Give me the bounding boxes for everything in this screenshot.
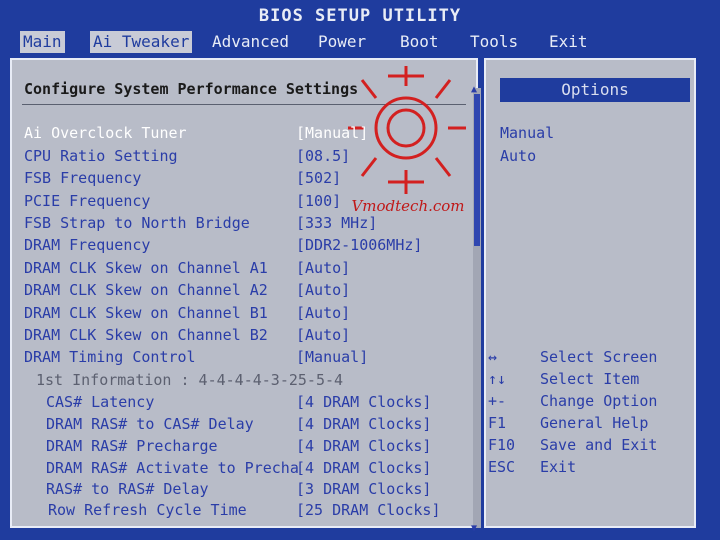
setting-value: [Manual] bbox=[296, 124, 369, 142]
help-key: F1 bbox=[488, 414, 507, 432]
left-right-arrow-icon: ↔ bbox=[488, 348, 498, 366]
help-row: F10 Save and Exit bbox=[486, 436, 698, 457]
setting-row[interactable]: Ai Overclock Tuner [Manual] bbox=[12, 122, 470, 143]
scroll-thumb[interactable] bbox=[474, 94, 480, 246]
setting-label: DRAM RAS# Activate to Precha bbox=[46, 459, 299, 477]
setting-value: [25 DRAM Clocks] bbox=[296, 501, 441, 519]
help-desc: Select Screen bbox=[540, 348, 658, 366]
setting-label: DRAM Timing Control bbox=[24, 348, 196, 366]
setting-value: [4 DRAM Clocks] bbox=[296, 415, 432, 433]
setting-row[interactable]: CPU Ratio Setting [08.5] bbox=[12, 145, 470, 166]
setting-row[interactable]: DRAM CLK Skew on Channel B1 [Auto] bbox=[12, 302, 470, 323]
setting-label: PCIE Frequency bbox=[24, 192, 151, 210]
setting-value: [4 DRAM Clocks] bbox=[296, 393, 432, 411]
help-desc: Save and Exit bbox=[540, 436, 658, 454]
setting-label: DRAM CLK Skew on Channel B1 bbox=[24, 304, 268, 322]
setting-row[interactable]: DRAM Frequency [DDR2-1006MHz] bbox=[12, 234, 470, 255]
tab-exit[interactable]: Exit bbox=[549, 32, 588, 51]
setting-value: [DDR2-1006MHz] bbox=[296, 236, 423, 254]
help-key: ESC bbox=[488, 458, 516, 476]
setting-row[interactable]: DRAM RAS# Activate to Precha [4 DRAM Clo… bbox=[12, 457, 470, 478]
bios-screen: BIOS SETUP UTILITY Main Ai Tweaker Advan… bbox=[0, 0, 720, 540]
setting-label: FSB Strap to North Bridge bbox=[24, 214, 250, 232]
setting-row[interactable]: CAS# Latency [4 DRAM Clocks] bbox=[12, 391, 470, 412]
setting-label: CAS# Latency bbox=[46, 393, 155, 411]
setting-label: FSB Frequency bbox=[24, 169, 142, 187]
setting-row[interactable]: DRAM RAS# Precharge [4 DRAM Clocks] bbox=[12, 435, 470, 456]
title-bar: BIOS SETUP UTILITY bbox=[0, 0, 720, 30]
setting-label: Row Refresh Cycle Time bbox=[48, 501, 247, 519]
help-row: ↑↓ Select Item bbox=[486, 370, 698, 391]
setting-label: DRAM CLK Skew on Channel B2 bbox=[24, 326, 268, 344]
setting-row[interactable]: DRAM RAS# to CAS# Delay [4 DRAM Clocks] bbox=[12, 413, 470, 434]
up-down-arrow-icon: ↑↓ bbox=[488, 370, 507, 388]
help-key: F10 bbox=[488, 436, 516, 454]
tab-ai-tweaker[interactable]: Ai Tweaker bbox=[90, 31, 193, 53]
settings-panel: Configure System Performance Settings Vm… bbox=[10, 58, 481, 534]
option-manual[interactable]: Manual bbox=[500, 124, 554, 142]
options-header: Options bbox=[500, 78, 690, 102]
setting-value: [3 DRAM Clocks] bbox=[296, 480, 432, 498]
setting-label: DRAM CLK Skew on Channel A1 bbox=[24, 259, 268, 277]
setting-label: DRAM RAS# to CAS# Delay bbox=[46, 415, 254, 433]
setting-value: [502] bbox=[296, 169, 342, 187]
option-auto[interactable]: Auto bbox=[500, 147, 536, 165]
setting-row[interactable]: RAS# to RAS# Delay [3 DRAM Clocks] bbox=[12, 478, 470, 499]
setting-label: Ai Overclock Tuner bbox=[24, 124, 187, 142]
help-row: +- Change Option bbox=[486, 392, 698, 413]
setting-label: RAS# to RAS# Delay bbox=[46, 480, 209, 498]
setting-label: DRAM RAS# Precharge bbox=[46, 437, 218, 455]
help-row: ↔ Select Screen bbox=[486, 348, 698, 369]
setting-row[interactable]: PCIE Frequency [100] bbox=[12, 190, 470, 211]
info-label: 1st Information : 4-4-4-4-3-25-5-4 bbox=[36, 371, 344, 389]
setting-value: [Manual] bbox=[296, 348, 369, 366]
tab-advanced[interactable]: Advanced bbox=[212, 32, 289, 51]
setting-value: [333 MHz] bbox=[296, 214, 378, 232]
tab-tools[interactable]: Tools bbox=[470, 32, 518, 51]
setting-value: [4 DRAM Clocks] bbox=[296, 459, 432, 477]
help-row: ESC Exit bbox=[486, 458, 698, 479]
setting-row[interactable]: DRAM Timing Control [Manual] bbox=[12, 346, 470, 367]
scroll-down-arrow-icon[interactable]: ▼ bbox=[471, 523, 477, 534]
setting-row[interactable]: DRAM CLK Skew on Channel A2 [Auto] bbox=[12, 279, 470, 300]
setting-row[interactable]: DRAM CLK Skew on Channel A1 [Auto] bbox=[12, 257, 470, 278]
window-title: BIOS SETUP UTILITY bbox=[258, 6, 462, 26]
setting-row[interactable]: FSB Strap to North Bridge [333 MHz] bbox=[12, 212, 470, 233]
setting-value: [Auto] bbox=[296, 259, 351, 277]
setting-value: [Auto] bbox=[296, 281, 351, 299]
help-desc: Change Option bbox=[540, 392, 658, 410]
setting-label: DRAM CLK Skew on Channel A2 bbox=[24, 281, 268, 299]
setting-row[interactable]: DRAM CLK Skew on Channel B2 [Auto] bbox=[12, 324, 470, 345]
section-title: Configure System Performance Settings bbox=[24, 80, 359, 98]
setting-label: DRAM Frequency bbox=[24, 236, 151, 254]
setting-label: CPU Ratio Setting bbox=[24, 147, 178, 165]
setting-value: [Auto] bbox=[296, 326, 351, 344]
setting-row[interactable]: Row Refresh Cycle Time [25 DRAM Clocks] bbox=[12, 499, 470, 520]
help-key: +- bbox=[488, 392, 507, 410]
setting-value: [100] bbox=[296, 192, 342, 210]
tab-boot[interactable]: Boot bbox=[400, 32, 439, 51]
setting-value: [Auto] bbox=[296, 304, 351, 322]
setting-value: [08.5] bbox=[296, 147, 351, 165]
tab-power[interactable]: Power bbox=[318, 32, 366, 51]
tab-bar: Main Ai Tweaker Advanced Power Boot Tool… bbox=[0, 30, 720, 56]
setting-row[interactable]: FSB Frequency [502] bbox=[12, 167, 470, 188]
help-row: F1 General Help bbox=[486, 414, 698, 435]
setting-value: [4 DRAM Clocks] bbox=[296, 437, 432, 455]
help-desc: Select Item bbox=[540, 370, 640, 388]
scrollbar[interactable]: ▲ ▼ bbox=[471, 84, 481, 534]
help-desc: Exit bbox=[540, 458, 577, 476]
help-desc: General Help bbox=[540, 414, 649, 432]
options-panel: Options Manual Auto ↔ Select Screen ↑↓ S… bbox=[484, 58, 696, 528]
tab-main[interactable]: Main bbox=[20, 31, 65, 53]
info-row: 1st Information : 4-4-4-4-3-25-5-4 bbox=[12, 369, 470, 390]
